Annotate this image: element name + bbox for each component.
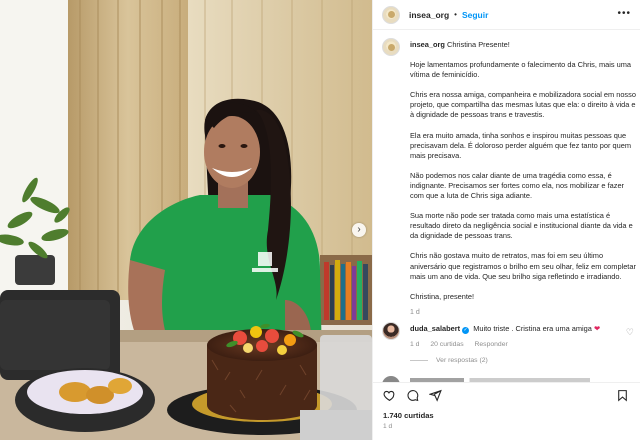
caption-paragraph: Hoje lamentamos profundamente o falecime… <box>410 60 632 80</box>
caption-paragraph: Chris era nossa amiga, companheira e mob… <box>410 90 636 120</box>
view-replies-button[interactable]: Ver respostas (2) <box>410 357 488 364</box>
post-side-panel: insea_org • Seguir ••• insea_org Christi… <box>372 0 640 440</box>
more-options-icon[interactable]: ••• <box>617 8 631 19</box>
caption-title: Christina Presente! <box>446 40 510 49</box>
caption-paragraph: Não podemos nos calar diante de uma trag… <box>410 170 625 201</box>
caption-paragraph: Sua morte não pode ser tratada como mais… <box>410 211 633 241</box>
comment-icon[interactable] <box>406 389 419 402</box>
share-icon[interactable] <box>429 389 442 402</box>
caption-body: insea_org Christina Presente! Hoje lamen… <box>410 40 636 318</box>
comment-text: Muito triste . Cristina era uma amiga <box>473 324 592 333</box>
action-icons <box>383 389 442 402</box>
comment-time: 1 d <box>410 341 420 348</box>
commenter-username[interactable]: duda_salabert <box>410 324 460 333</box>
heart-icon[interactable] <box>383 389 396 402</box>
caption-paragraph: Christina, presente! <box>410 291 475 301</box>
post-date: 1 d <box>383 423 393 430</box>
red-heart-emoji: ❤ <box>593 324 601 333</box>
reply-button[interactable]: Responder <box>474 341 507 348</box>
replies-line <box>410 360 428 361</box>
likes-count[interactable]: 1.740 curtidas <box>383 411 434 420</box>
post-photo[interactable]: › <box>0 0 372 440</box>
bookmark-icon[interactable] <box>616 389 629 402</box>
caption-paragraph: Ela era muito amada, tinha sonhos e insp… <box>410 130 632 160</box>
comment-body: duda_salabert ✓ Muito triste . Cristina e… <box>410 324 615 350</box>
logo-icon <box>387 43 395 51</box>
author-username[interactable]: insea_org <box>409 10 449 20</box>
author-avatar[interactable] <box>382 5 400 24</box>
post-header: insea_org • Seguir ••• <box>373 0 640 30</box>
follow-button[interactable]: Seguir <box>462 10 488 20</box>
commenter-avatar[interactable] <box>382 322 400 340</box>
caption-first-line: insea_org Christina Presente! <box>410 40 636 50</box>
photo-scene <box>0 0 372 440</box>
verified-icon: ✓ <box>462 327 470 334</box>
comment-likes[interactable]: 20 curtidas <box>430 341 463 348</box>
separator-dot: • <box>454 10 457 19</box>
view-replies-label: Ver respostas (2) <box>436 357 488 364</box>
logo-icon <box>387 11 395 18</box>
caption-username[interactable]: insea_org <box>410 40 445 49</box>
comment-like-icon[interactable]: ♡ <box>626 327 634 338</box>
caption-time: 1 d <box>410 308 420 316</box>
post-actions: 1.740 curtidas 1 d <box>373 382 640 440</box>
caption-avatar[interactable] <box>382 38 400 56</box>
comment-meta: 1 d 20 curtidas Responder <box>410 340 615 350</box>
next-photo-button[interactable]: › <box>352 223 366 237</box>
caption-paragraph: Chris não gostava muito de retratos, mas… <box>410 251 636 281</box>
